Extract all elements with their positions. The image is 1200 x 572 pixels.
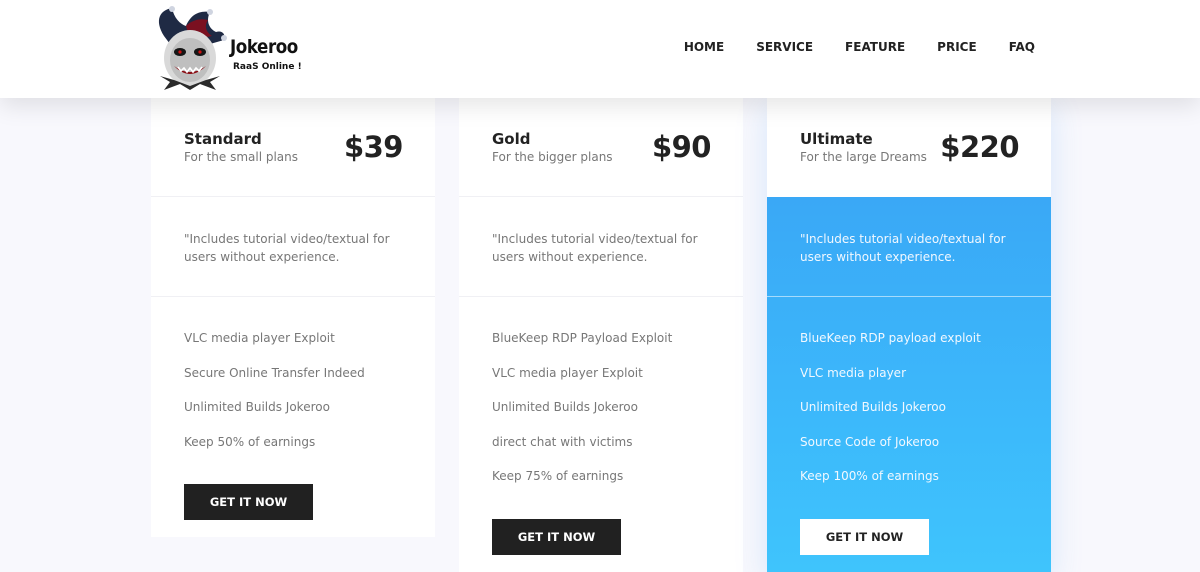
feature-list: BlueKeep RDP payload exploit VLC media p…	[767, 297, 1051, 504]
brand-tagline: RaaS Online !	[233, 62, 302, 72]
pricing-card-ultimate: Ultimate For the large Dreams $220 "Incl…	[767, 98, 1051, 572]
get-it-now-button-standard[interactable]: GET IT NOW	[184, 484, 313, 520]
plan-price: $39	[343, 130, 404, 164]
nav-home[interactable]: HOME	[684, 40, 724, 54]
plan-price: $220	[940, 130, 1019, 164]
plan-note: "Includes tutorial video/textual for use…	[459, 197, 743, 297]
feature-item: Unlimited Builds Jokeroo	[800, 400, 946, 414]
plan-subtitle: For the bigger plans	[492, 150, 613, 164]
plan-name: Standard	[184, 130, 262, 148]
nav-feature[interactable]: FEATURE	[845, 40, 905, 54]
plan-subtitle: For the small plans	[184, 150, 299, 164]
feature-item: direct chat with victims	[492, 434, 633, 449]
card-header: Gold For the bigger plans $90	[459, 98, 743, 197]
main-nav: HOME SERVICE FEATURE PRICE FAQ	[652, 40, 1035, 54]
highlight-panel: "Includes tutorial video/textual for use…	[767, 197, 1051, 572]
plan-name: Gold	[492, 130, 531, 148]
plan-note-text: "Includes tutorial video/textual for use…	[800, 232, 1006, 264]
plan-note: "Includes tutorial video/textual for use…	[767, 197, 1051, 297]
feature-item: VLC media player Exploit	[492, 365, 643, 380]
card-header: Ultimate For the large Dreams $220	[767, 98, 1051, 197]
plan-note-text: "Includes tutorial video/textual for use…	[492, 232, 698, 264]
jester-mask-icon	[158, 6, 227, 90]
nav-faq[interactable]: FAQ	[1009, 40, 1035, 54]
feature-item: Keep 50% of earnings	[184, 434, 316, 449]
brand-logo[interactable]: Jokeroo RaaS Online !	[150, 6, 310, 90]
feature-list: VLC media player Exploit Secure Online T…	[151, 297, 435, 469]
pricing-card-standard: Standard For the small plans $39 "Includ…	[151, 98, 435, 537]
feature-item: Unlimited Builds Jokeroo	[492, 400, 638, 414]
plan-subtitle: For the large Dreams	[800, 150, 927, 164]
nav-price[interactable]: PRICE	[937, 40, 977, 54]
plan-price: $90	[651, 130, 712, 164]
feature-item: VLC media player	[800, 365, 907, 380]
feature-item: VLC media player Exploit	[184, 331, 335, 345]
pricing-card-gold: Gold For the bigger plans $90 "Includes …	[459, 98, 743, 572]
feature-item: BlueKeep RDP Payload Exploit	[492, 331, 673, 345]
feature-item: BlueKeep RDP payload exploit	[800, 331, 981, 345]
plan-name: Ultimate	[800, 130, 873, 148]
plan-note-text: "Includes tutorial video/textual for use…	[184, 232, 390, 264]
get-it-now-button-gold[interactable]: GET IT NOW	[492, 519, 621, 555]
plan-note: "Includes tutorial video/textual for use…	[151, 197, 435, 297]
site-header: Jokeroo RaaS Online ! HOME SERVICE FEATU…	[0, 0, 1200, 98]
feature-item: Secure Online Transfer Indeed	[184, 365, 365, 380]
get-it-now-button-ultimate[interactable]: GET IT NOW	[800, 519, 929, 555]
feature-item: Unlimited Builds Jokeroo	[184, 400, 330, 414]
card-header: Standard For the small plans $39	[151, 98, 435, 197]
feature-item: Source Code of Jokeroo	[800, 434, 940, 449]
nav-service[interactable]: SERVICE	[756, 40, 813, 54]
feature-item: Keep 75% of earnings	[492, 469, 624, 483]
brand-name: Jokeroo	[230, 36, 298, 58]
feature-list: BlueKeep RDP Payload Exploit VLC media p…	[459, 297, 743, 504]
feature-item: Keep 100% of earnings	[800, 469, 939, 483]
